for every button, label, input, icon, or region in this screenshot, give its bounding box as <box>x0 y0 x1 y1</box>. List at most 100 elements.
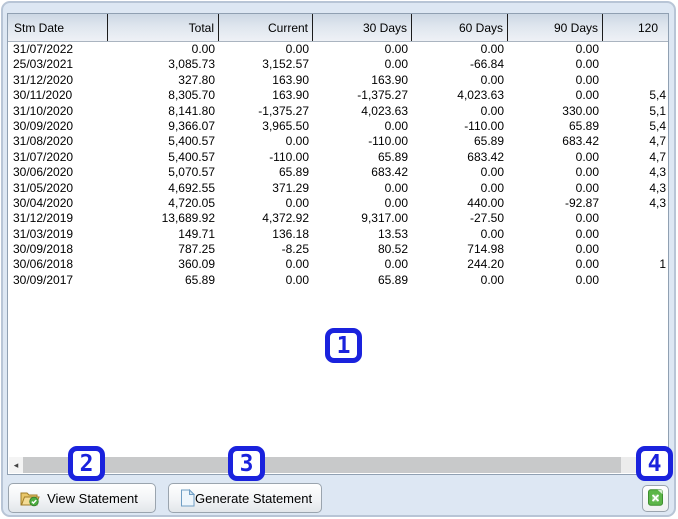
table-cell: 65.89 <box>568 118 599 133</box>
table-row[interactable]: 31/08/2020 5,400.57 0.00 -110.00 65.89 683.42… <box>8 134 668 149</box>
table-row[interactable]: 31/10/2020 8,141.80 -1,375.27 4,023.63 0.00 3… <box>8 104 668 119</box>
table-row[interactable]: 30/09/2017 65.89 0.00 65.89 0.00 0.00 <box>8 273 668 288</box>
table-cell: 0.00 <box>575 211 599 226</box>
table-cell: 4,3 <box>649 180 666 195</box>
table-row[interactable]: 30/06/2018 360.09 0.00 0.00 244.20 0.00 1 <box>8 257 668 272</box>
table-row[interactable]: 31/12/2019 13,689.92 4,372.92 9,317.00 -27.5… <box>8 211 668 226</box>
table-cell: 30/06/2020 <box>13 165 74 180</box>
table-header: Stm Date Total Current 30 Days 60 Days 90 Day… <box>8 14 668 42</box>
table-cell <box>603 273 668 288</box>
statement-table: Stm Date Total Current 30 Days 60 Days 90 Day… <box>7 13 669 475</box>
table-cell: 5,1 <box>649 103 666 118</box>
table-cell: 30/09/2020 <box>13 118 74 133</box>
generate-statement-button[interactable]: Generate Statement <box>168 483 322 513</box>
column-header-90-days[interactable]: 90 Days <box>508 14 603 41</box>
annotation-marker-1: 1 <box>325 328 362 363</box>
table-cell: 1 <box>659 257 666 272</box>
table-cell: 163.90 <box>272 88 309 103</box>
scrollbar-thumb[interactable] <box>23 457 621 473</box>
table-cell: 4,023.63 <box>457 88 504 103</box>
table-cell: 0.00 <box>191 42 215 56</box>
table-cell: 0.00 <box>285 257 309 272</box>
table-row[interactable]: 30/09/2020 9,366.07 3,965.50 0.00 -110.00 65.… <box>8 119 668 134</box>
export-excel-button[interactable] <box>642 485 669 512</box>
table-cell: 787.25 <box>178 242 215 257</box>
table-cell: 0.00 <box>384 42 408 56</box>
column-header-stm-date[interactable]: Stm Date <box>8 14 108 41</box>
table-row[interactable]: 31/05/2020 4,692.55 371.29 0.00 0.00 0.00 4,3 <box>8 181 668 196</box>
table-cell: 3,152.57 <box>262 57 309 72</box>
table-row[interactable]: 25/03/2021 3,085.73 3,152.57 0.00 -66.84 0.00 <box>8 57 668 72</box>
table-cell: 30/09/2018 <box>13 242 74 257</box>
table-cell: 31/07/2020 <box>13 149 74 164</box>
table-cell: 0.00 <box>575 57 599 72</box>
view-statement-button[interactable]: View Statement <box>8 483 156 513</box>
table-cell: 0.00 <box>575 226 599 241</box>
table-cell: 65.89 <box>184 272 215 287</box>
table-body: 31/07/2022 0.00 0.00 0.00 0.00 0.00 25/03/2021… <box>8 42 668 288</box>
table-cell: 8,141.80 <box>168 103 215 118</box>
column-header-current[interactable]: Current <box>219 14 313 41</box>
table-cell: 327.80 <box>178 72 215 87</box>
table-cell: 0.00 <box>285 195 309 210</box>
table-cell: 0.00 <box>384 57 408 72</box>
document-icon <box>180 489 195 507</box>
column-header-30-days[interactable]: 30 Days <box>313 14 412 41</box>
table-cell: 4,720.05 <box>168 195 215 210</box>
table-cell: -110.00 <box>464 118 504 133</box>
table-cell: -8.25 <box>281 242 309 257</box>
table-row[interactable]: 30/04/2020 4,720.05 0.00 0.00 440.00 -92.87 4,… <box>8 196 668 211</box>
table-cell: 0.00 <box>575 242 599 257</box>
table-cell: -66.84 <box>469 57 504 72</box>
table-cell: 0.00 <box>384 195 408 210</box>
table-cell: 149.71 <box>178 226 215 241</box>
table-cell: 5,400.57 <box>168 149 215 164</box>
table-cell: 163.90 <box>371 72 408 87</box>
table-cell: 136.18 <box>272 226 309 241</box>
table-cell: 4,3 <box>649 165 666 180</box>
horizontal-scrollbar[interactable]: ◂ ▸ <box>9 457 667 473</box>
table-cell <box>603 211 668 226</box>
annotation-marker-3: 3 <box>228 446 265 481</box>
column-header-120[interactable]: 120 <box>603 14 668 41</box>
table-cell: 0.00 <box>480 272 504 287</box>
column-header-60-days[interactable]: 60 Days <box>412 14 508 41</box>
scroll-left-button[interactable]: ◂ <box>9 457 23 473</box>
table-cell: -27.50 <box>469 211 504 226</box>
table-cell: 30/09/2017 <box>13 272 74 287</box>
table-cell: 30/04/2020 <box>13 195 74 210</box>
table-cell: 31/07/2022 <box>13 42 74 56</box>
table-cell: 5,070.57 <box>168 165 215 180</box>
table-cell: 330.00 <box>562 103 599 118</box>
annotation-marker-2: 2 <box>68 446 105 481</box>
table-cell: 13.53 <box>377 226 408 241</box>
table-cell: 30/06/2018 <box>13 257 74 272</box>
table-row[interactable]: 31/12/2020 327.80 163.90 163.90 0.00 0.00 <box>8 73 668 88</box>
table-cell: 0.00 <box>575 88 599 103</box>
table-cell: 0.00 <box>384 257 408 272</box>
table-cell: 714.98 <box>467 242 504 257</box>
table-cell: 5,4 <box>649 118 666 133</box>
table-row[interactable]: 30/09/2018 787.25 -8.25 80.52 714.98 0.00 <box>8 242 668 257</box>
table-cell: 0.00 <box>480 72 504 87</box>
table-cell <box>603 57 668 72</box>
table-row[interactable]: 30/06/2020 5,070.57 65.89 683.42 0.00 0.00 4,3 <box>8 165 668 180</box>
table-cell: 0.00 <box>575 257 599 272</box>
table-cell: 371.29 <box>272 180 309 195</box>
table-cell: 0.00 <box>480 180 504 195</box>
table-cell: 4,372.92 <box>262 211 309 226</box>
view-statement-label: View Statement <box>47 490 138 506</box>
table-cell <box>603 42 668 57</box>
table-cell: 683.42 <box>467 149 504 164</box>
table-row[interactable]: 31/03/2019 149.71 136.18 13.53 0.00 0.00 <box>8 227 668 242</box>
table-cell: 9,366.07 <box>168 118 215 133</box>
open-folder-check-icon <box>20 490 40 507</box>
table-cell: 4,3 <box>649 195 666 210</box>
table-cell: 360.09 <box>178 257 215 272</box>
table-row[interactable]: 31/07/2022 0.00 0.00 0.00 0.00 0.00 <box>8 42 668 57</box>
table-cell <box>603 227 668 242</box>
table-row[interactable]: 31/07/2020 5,400.57 -110.00 65.89 683.42 0.00… <box>8 150 668 165</box>
table-row[interactable]: 30/11/2020 8,305.70 163.90 -1,375.27 4,023.6… <box>8 88 668 103</box>
column-header-total[interactable]: Total <box>108 14 219 41</box>
table-cell: 0.00 <box>575 272 599 287</box>
